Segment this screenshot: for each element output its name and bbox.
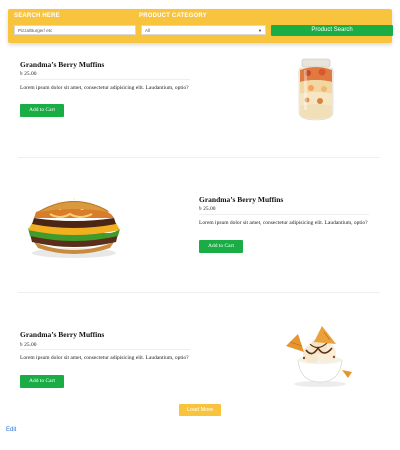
- category-label: PRODUCT CATEGORY: [139, 13, 207, 19]
- product-description: Lorem ipsum dolor sit amet, consectetur …: [20, 85, 189, 91]
- title-rule: [199, 214, 369, 215]
- product-description: Lorem ipsum dolor sit amet, consectetur …: [20, 355, 189, 361]
- ice-cream-bowl-image: [286, 326, 352, 387]
- title-rule: [20, 349, 190, 350]
- product-search-button[interactable]: Product Search: [271, 25, 393, 36]
- product-title: Grandma’s Berry Muffins: [20, 330, 105, 339]
- add-to-cart-button[interactable]: Add to Cart: [20, 104, 64, 117]
- add-to-cart-button[interactable]: Add to Cart: [199, 240, 243, 253]
- add-to-cart-button[interactable]: Add to Cart: [20, 375, 64, 388]
- search-label: SEARCH HERE: [14, 13, 60, 19]
- product-title: Grandma’s Berry Muffins: [20, 60, 105, 69]
- title-rule: [20, 79, 190, 80]
- product-description: Lorem ipsum dolor sit amet, consectetur …: [199, 220, 368, 226]
- search-panel: SEARCH HERE PRODUCT CATEGORY Pizza/Burge…: [8, 9, 393, 43]
- section-divider: [18, 157, 380, 158]
- product-title: Grandma’s Berry Muffins: [199, 195, 284, 204]
- search-input[interactable]: Pizza/Burger/ etc: [14, 25, 136, 35]
- category-select[interactable]: All ▼: [141, 25, 266, 35]
- chevron-down-icon: ▼: [258, 27, 262, 33]
- edit-link[interactable]: Edit: [6, 427, 16, 433]
- dessert-jar-image: [298, 58, 334, 121]
- section-divider: [18, 292, 380, 293]
- product-price: ৳ 25.00: [20, 71, 37, 77]
- load-more-button[interactable]: Load More: [179, 404, 221, 416]
- category-select-value: All: [145, 27, 151, 33]
- product-price: ৳ 25.00: [199, 206, 216, 212]
- burger-image: [28, 198, 120, 258]
